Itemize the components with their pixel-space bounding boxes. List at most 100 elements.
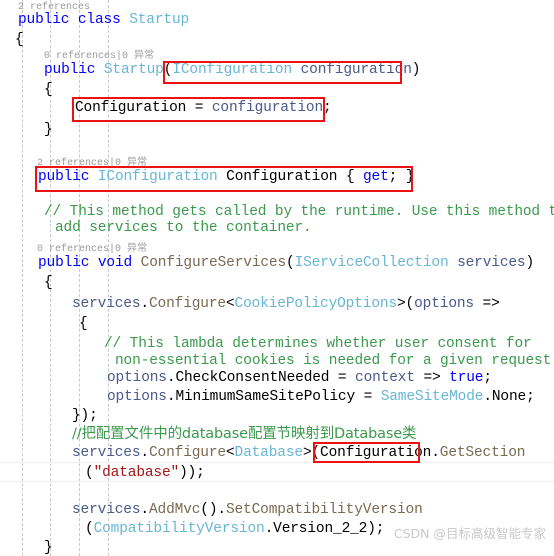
code-token: . [483,389,492,405]
l-ctor-decl[interactable]: public Startup(IConfiguration configurat… [44,63,420,78]
l-checkconsent[interactable]: options.CheckConsentNeeded = context => … [107,371,492,386]
code-token: < [225,445,235,461]
code-token: . [264,521,274,537]
line-band-separator [0,481,554,482]
code-token: = [194,100,212,116]
code-token: add services to the container. [55,220,312,236]
code-token: >( [302,445,321,461]
l-lambda-close[interactable]: }); [72,409,98,424]
code-token: public [38,169,98,185]
code-token: None [491,389,527,405]
code-token: ) [411,62,421,78]
code-token: IServiceCollection [294,255,449,271]
l-samesite[interactable]: options. MinimumSameSitePolicy = SameSite… [107,390,535,405]
code-token: // This lambda determines whether user c… [104,336,541,352]
code-token: public [38,255,98,271]
code-token: CompatibilityVersion [93,521,265,537]
code-token: MinimumSameSitePolicy [175,389,356,405]
code-token: void [97,255,141,271]
code-token: services [448,255,526,271]
l-ctor-assign[interactable]: Configuration = configuration; [75,101,332,116]
l-comment-1[interactable]: // This method gets called by the runtim… [44,205,554,220]
l-comment-cjk[interactable]: //把配置文件中的database配置节映射到Database类 [72,427,417,443]
codelens-cl-configureservices[interactable]: 0 references|0 异常 [37,243,147,255]
codelens-cl-property[interactable]: 2 references|0 异常 [37,157,147,169]
l-ctor-open[interactable]: { [44,83,53,98]
code-token: Configuration [320,445,432,461]
codelens-cl-ctor[interactable]: 0 references|0 异常 [44,50,154,62]
code-token: options [414,296,474,312]
l-svc-configure[interactable]: services.Configure<CookiePolicyOptions>(… [72,297,500,312]
code-token: context [355,370,415,386]
indent-guide [22,0,24,556]
code-token: Configuration [75,100,195,116]
code-token: public [18,12,78,28]
code-token: Database [234,445,304,461]
line-band-separator [0,462,554,463]
code-token: services [72,445,141,461]
code-token: )); [179,465,205,481]
code-token: services [72,502,141,518]
l-comment-2[interactable]: add services to the container. [55,221,312,236]
l-lambda-open[interactable]: { [79,317,88,332]
l-ctor-close[interactable]: } [44,123,53,138]
code-token: CheckConsentNeeded [175,370,330,386]
l-class-decl[interactable]: public class Startup [18,13,189,28]
l-database-str[interactable]: ("database")); [85,466,205,481]
code-token: { [44,275,53,291]
code-token: ) [525,255,535,271]
code-token: { [44,82,53,98]
indent-guide [79,0,81,556]
l-cfgsvc-decl[interactable]: public void ConfigureServices(IServiceCo… [38,256,534,271]
codelens-segment: 2 references|0 [37,158,128,169]
code-token: ( [286,255,295,271]
code-token: SameSiteMode [380,389,484,405]
code-token: Startup [129,12,190,28]
code-token: Configure [148,296,226,312]
code-token: } [44,540,53,556]
code-token: IConfiguration [172,62,293,78]
codelens-segment: 异常 [134,50,155,61]
l-cfgsvc-close[interactable]: } [44,541,53,556]
code-token: Configure [148,445,226,461]
l-compatver[interactable]: (CompatibilityVersion.Version_2_2); [85,522,384,537]
codelens-segment: 异常 [127,157,148,168]
code-token: ; [323,100,332,116]
code-token: Startup [103,62,164,78]
code-token: class [77,12,130,28]
code-token: options [107,389,167,405]
code-token: GetSection [439,445,526,461]
code-token: get [363,169,389,185]
code-token: < [225,296,235,312]
l-property[interactable]: public IConfiguration Configuration { ge… [38,170,414,185]
code-token: true [449,370,484,386]
code-token: . [431,445,440,461]
codelens-segment: 0 references|0 [44,51,135,62]
code-token: (). [200,502,226,518]
code-token: >( [397,296,415,312]
l-comment-4[interactable]: non-essential cookies is needed for a gi… [115,354,554,369]
l-svc-database[interactable]: services. Configure<Database>(Configurati… [72,446,525,461]
l-addmvc[interactable]: services.AddMvc().SetCompatibilityVersio… [72,503,423,518]
code-token: configuration [292,62,412,78]
code-token: ; [526,389,535,405]
code-editor-surface[interactable]: 2 references 0 references|0 异常 2 reference… [0,0,554,556]
code-token: . [140,296,149,312]
l-cfgsvc-open[interactable]: { [44,276,53,291]
code-token: ; } [388,169,415,185]
code-token: "database" [93,465,180,481]
code-token: ); [367,521,385,537]
code-token: } [44,122,53,138]
code-token: non-essential cookies is needed for a gi… [115,353,554,369]
l-class-open[interactable]: { [15,33,24,48]
code-token: AddMvc [148,502,201,518]
code-token: ConfigureServices [140,255,287,271]
code-token: services [72,296,141,312]
l-comment-3[interactable]: // This lambda determines whether user c… [104,337,540,352]
code-token: public [44,62,104,78]
code-token: options [107,370,167,386]
code-token: // This method gets called by the runtim… [44,204,554,220]
code-token: }); [72,408,98,424]
code-token: . [140,502,149,518]
code-token: { [79,316,88,332]
